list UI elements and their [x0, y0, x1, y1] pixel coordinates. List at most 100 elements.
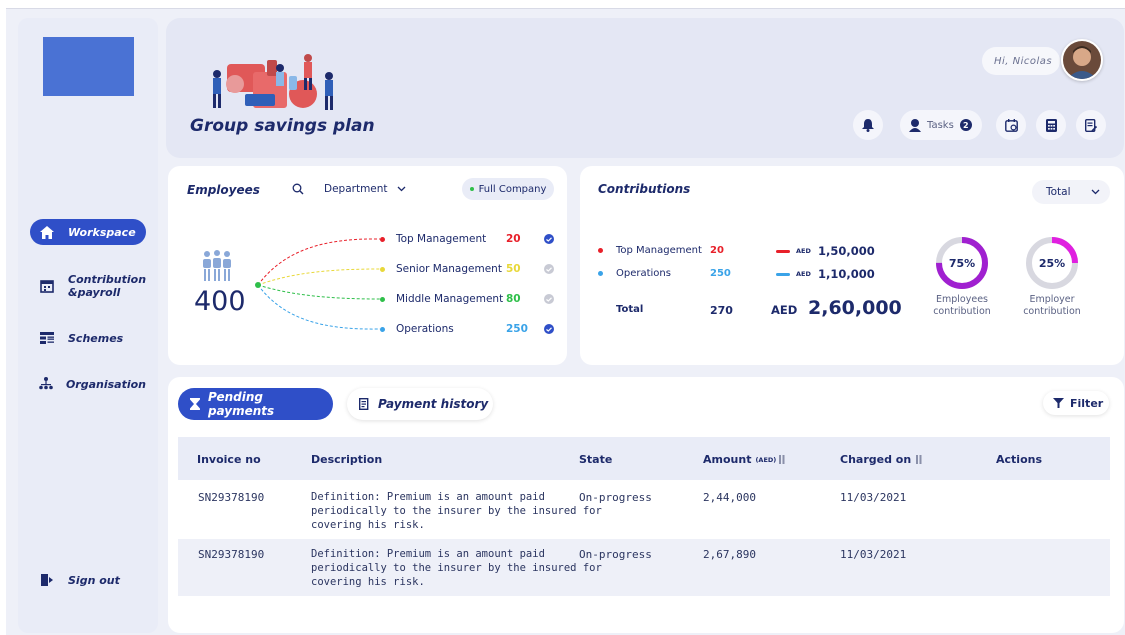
sidebar-item-organisation[interactable]: Organisation: [30, 371, 146, 397]
tasks-icon: [909, 119, 921, 132]
chevron-down-icon: [397, 186, 406, 192]
full-company-chip[interactable]: Full Company: [462, 178, 554, 200]
top-management-dot: [598, 248, 603, 253]
group-label-senior-management: Senior Management: [396, 263, 502, 275]
total-count: 270: [710, 304, 733, 317]
contribution-count-operations: 250: [710, 268, 731, 279]
tasks-label: Tasks: [927, 119, 954, 131]
calendar-icon: [38, 277, 56, 295]
currency-label: AED: [796, 247, 811, 255]
checked-icon[interactable]: [544, 324, 554, 334]
sidebar-item-workspace[interactable]: Workspace: [30, 219, 146, 245]
group-count-middle-management: 80: [506, 293, 521, 305]
group-label-top-management: Top Management: [396, 233, 487, 245]
middle-management-dot: [380, 297, 385, 302]
contribution-amount-top-management: 1,50,000: [818, 244, 875, 258]
notifications-button[interactable]: [853, 110, 883, 140]
currency-label: AED: [796, 270, 811, 278]
sidebar-item-label: Workspace: [68, 225, 136, 239]
sign-out-button[interactable]: Sign out: [30, 567, 146, 593]
sidebar-item-label: Organisation: [65, 377, 146, 391]
department-select[interactable]: Department: [292, 178, 430, 200]
avatar[interactable]: [1061, 39, 1103, 81]
column-amount-unit: (AED): [755, 455, 777, 464]
row-state: On-progress: [579, 491, 652, 504]
calendar-button[interactable]: [996, 110, 1026, 140]
column-amount[interactable]: Amount (AED): [703, 453, 785, 466]
column-charged-label: Charged on: [840, 453, 912, 466]
column-invoice[interactable]: Invoice no: [197, 453, 261, 466]
page-title: Group savings plan: [190, 116, 375, 136]
contributions-period-select[interactable]: Total: [1032, 180, 1110, 204]
tab-pending-payments[interactable]: Pending payments: [178, 388, 333, 420]
row-description: Definition: Premium is an amount paid pe…: [311, 547, 602, 589]
row-state: On-progress: [579, 548, 652, 561]
sidebar-item-schemes[interactable]: Schemes: [30, 325, 146, 351]
group-count-senior-management: 50: [506, 263, 521, 275]
contributions-title: Contributions: [598, 182, 691, 196]
employer-contribution-donut: 25%: [1026, 237, 1078, 289]
donut-label-employer: Employer contribution: [1023, 294, 1081, 317]
description-line: Definition: Premium is an amount paid: [311, 491, 545, 503]
row-invoice: SN29378190: [198, 491, 265, 504]
group-label-operations: Operations: [396, 323, 454, 335]
sidebar-item-contribution[interactable]: Contribution &payroll: [30, 270, 146, 302]
group-count-operations: 250: [506, 323, 528, 335]
row-amount: 2,67,890: [703, 548, 756, 561]
donut-percent: 75%: [949, 257, 975, 270]
column-amount-label: Amount: [703, 453, 752, 466]
tab-payment-history[interactable]: Payment history: [347, 388, 493, 420]
column-charged-on[interactable]: Charged on: [840, 453, 922, 466]
hourglass-icon: [190, 398, 200, 410]
operations-dot: [598, 271, 603, 276]
calculator-icon: [1045, 118, 1057, 132]
unchecked-icon[interactable]: [544, 264, 554, 274]
team-illustration: [213, 54, 333, 110]
contribution-label-top-management: Top Management: [616, 245, 702, 256]
donut-percent: 25%: [1039, 257, 1065, 270]
filter-label: Filter: [1070, 396, 1104, 410]
total-amount: 2,60,000: [808, 297, 902, 319]
sidebar-item-label: Contribution &payroll: [68, 273, 147, 299]
description-line: covering his risk.: [311, 576, 425, 588]
filter-button[interactable]: Filter: [1043, 391, 1109, 415]
operations-dot: [380, 327, 385, 332]
unchecked-icon[interactable]: [544, 294, 554, 304]
contribution-label-operations: Operations: [616, 268, 671, 279]
calendar-icon: [1004, 118, 1018, 132]
full-company-label: Full Company: [478, 183, 547, 195]
receipt-icon: [359, 398, 369, 410]
tab-label: Payment history: [378, 397, 489, 411]
column-description[interactable]: Description: [311, 453, 382, 466]
column-state[interactable]: State: [579, 453, 612, 466]
total-label: Total: [616, 304, 644, 315]
employees-group-icon: [203, 250, 231, 281]
chevron-down-icon: [1091, 189, 1099, 195]
org-chart-icon: [38, 375, 54, 393]
employees-total: 400: [194, 286, 246, 317]
tasks-button[interactable]: Tasks 2: [900, 110, 982, 140]
employees-contribution-donut: 75%: [936, 237, 988, 289]
employees-title: Employees: [187, 183, 260, 197]
sign-out-icon: [38, 571, 56, 589]
document-button[interactable]: [1076, 110, 1106, 140]
row-amount: 2,44,000: [703, 491, 756, 504]
tasks-count-badge: 2: [959, 119, 972, 131]
sidebar-item-label: Schemes: [68, 331, 124, 345]
calculator-button[interactable]: [1036, 110, 1066, 140]
sort-icon[interactable]: [779, 455, 785, 464]
sort-icon[interactable]: [916, 455, 922, 464]
document-icon: [1085, 118, 1097, 132]
row-description: Definition: Premium is an amount paid pe…: [311, 490, 602, 532]
legend-bar-blue: [776, 273, 790, 276]
checked-icon[interactable]: [544, 234, 554, 244]
contribution-count-top-management: 20: [710, 245, 724, 256]
sidebar-item-label: Sign out: [68, 573, 120, 587]
contribution-amount-operations: 1,10,000: [818, 267, 875, 281]
group-label-middle-management: Middle Management: [396, 293, 504, 305]
description-line: covering his risk.: [311, 519, 425, 531]
employees-connector-lines: [255, 238, 381, 330]
donut-label-employees: Employees contribution: [933, 294, 991, 317]
group-count-top-management: 20: [506, 233, 521, 245]
greeting-label: Hi, Nicolas: [982, 47, 1060, 75]
